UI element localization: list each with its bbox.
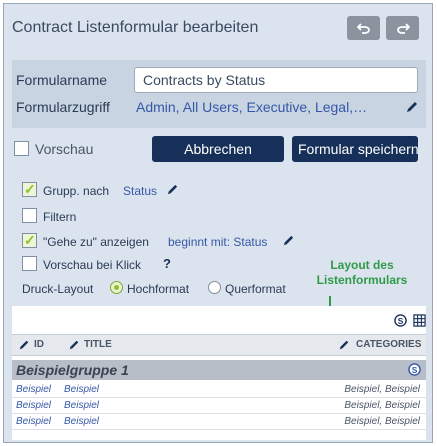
portrait-label: Hochformat bbox=[127, 282, 190, 296]
pencil-icon[interactable] bbox=[405, 100, 419, 114]
column-header-categories: CATEGORIES bbox=[356, 339, 422, 350]
group-by-label: Grupp. nach bbox=[43, 184, 110, 198]
help-icon[interactable]: ? bbox=[163, 256, 171, 271]
undo-icon bbox=[356, 23, 370, 34]
edit-list-form-dialog: Contract Listenformular bearbeiten Formu… bbox=[3, 3, 433, 443]
form-name-label: Formularname bbox=[16, 72, 108, 88]
table-header: ID TITLE CATEGORIES bbox=[12, 334, 426, 356]
svg-text:S: S bbox=[397, 316, 403, 326]
pencil-icon[interactable] bbox=[166, 183, 179, 196]
cancel-button[interactable]: Abbrechen bbox=[152, 136, 284, 162]
table-row: Beispiel Beispiel Beispiel, Beispiel bbox=[12, 415, 426, 430]
pencil-icon[interactable] bbox=[68, 339, 80, 351]
annotation-line-1: Layout des bbox=[330, 258, 394, 272]
group-by-checkbox[interactable]: ✓ bbox=[22, 181, 37, 197]
cell-title: Beispiel bbox=[64, 416, 100, 427]
save-form-button[interactable]: Formular speichern bbox=[292, 136, 418, 162]
form-access-value[interactable]: Admin, All Users, Executive, Legal,… bbox=[136, 99, 367, 115]
pencil-icon[interactable] bbox=[338, 339, 350, 351]
cell-categories: Beispiel, Beispiel bbox=[344, 384, 420, 395]
checkmark-icon: ✓ bbox=[24, 232, 36, 248]
goto-value[interactable]: beginnt mit: Status bbox=[168, 235, 267, 249]
pencil-icon[interactable] bbox=[18, 339, 30, 351]
redo-button[interactable] bbox=[386, 16, 419, 40]
table-row: Beispiel Beispiel Beispiel, Beispiel bbox=[12, 383, 426, 398]
preview-checkbox[interactable] bbox=[14, 141, 29, 156]
cell-id: Beispiel bbox=[16, 384, 52, 395]
filter-checkbox[interactable] bbox=[22, 208, 37, 223]
form-access-label: Formularzugriff bbox=[16, 99, 110, 115]
table-row: Beispiel Beispiel Beispiel, Beispiel bbox=[12, 399, 426, 414]
cell-title: Beispiel bbox=[64, 400, 100, 411]
group-by-value[interactable]: Status bbox=[123, 184, 157, 198]
column-header-title: TITLE bbox=[84, 339, 112, 350]
form-settings-panel: Formularname Contracts by Status Formula… bbox=[12, 60, 426, 128]
cell-id: Beispiel bbox=[16, 400, 52, 411]
group-row: Beispielgruppe 1 S bbox=[12, 360, 426, 380]
dialog-header: Contract Listenformular bearbeiten bbox=[4, 4, 432, 52]
cell-categories: Beispiel, Beispiel bbox=[344, 400, 420, 411]
dialog-title: Contract Listenformular bearbeiten bbox=[12, 19, 259, 36]
cell-id: Beispiel bbox=[16, 416, 52, 427]
landscape-label: Querformat bbox=[225, 282, 286, 296]
preview-on-click-label: Vorschau bei Klick bbox=[43, 258, 142, 272]
list-layout-preview: S ID TITLE CATEGORIES Beispielgruppe 1 S… bbox=[12, 306, 426, 440]
preview-label: Vorschau bbox=[35, 141, 94, 157]
annotation-line-2: Listenformulars bbox=[316, 273, 408, 287]
status-icon[interactable]: S bbox=[393, 314, 407, 327]
svg-text:S: S bbox=[412, 365, 418, 375]
undo-button[interactable] bbox=[347, 16, 380, 40]
table-icon[interactable] bbox=[413, 314, 426, 327]
landscape-radio[interactable] bbox=[208, 281, 221, 294]
checkmark-icon: ✓ bbox=[24, 181, 36, 197]
pencil-icon[interactable] bbox=[282, 234, 295, 247]
layout-annotation: Layout des Listenformulars bbox=[302, 258, 422, 288]
filter-label: Filtern bbox=[43, 210, 77, 224]
cell-categories: Beispiel, Beispiel bbox=[344, 416, 420, 427]
goto-label: "Gehe zu" anzeigen bbox=[43, 235, 149, 249]
print-layout-label: Druck-Layout bbox=[22, 282, 94, 296]
cell-title: Beispiel bbox=[64, 384, 100, 395]
form-name-input[interactable]: Contracts by Status bbox=[134, 67, 418, 93]
portrait-radio[interactable] bbox=[110, 281, 123, 294]
column-header-id: ID bbox=[34, 339, 44, 350]
preview-tools: S bbox=[393, 314, 426, 332]
preview-on-click-checkbox[interactable] bbox=[22, 256, 37, 271]
goto-checkbox[interactable]: ✓ bbox=[22, 232, 37, 248]
redo-icon bbox=[396, 23, 410, 34]
group-title: Beispielgruppe 1 bbox=[16, 362, 129, 378]
status-icon[interactable]: S bbox=[408, 363, 421, 376]
